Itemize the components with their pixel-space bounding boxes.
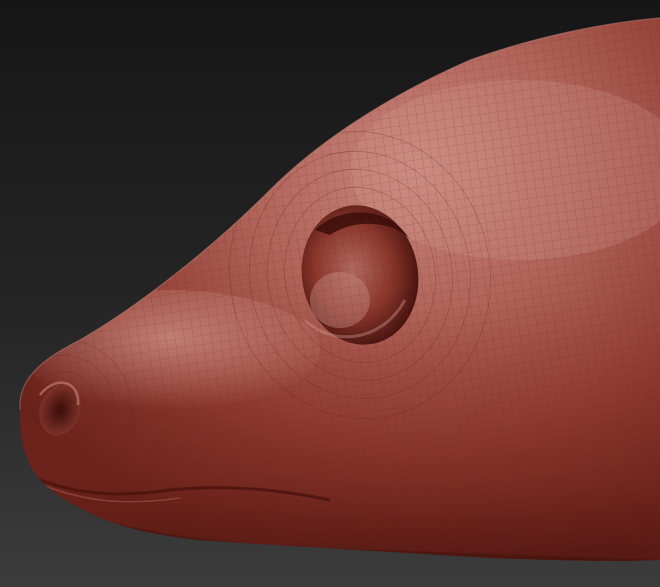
sculpt-viewport[interactable] xyxy=(0,0,660,587)
sculpt-render xyxy=(0,0,660,587)
